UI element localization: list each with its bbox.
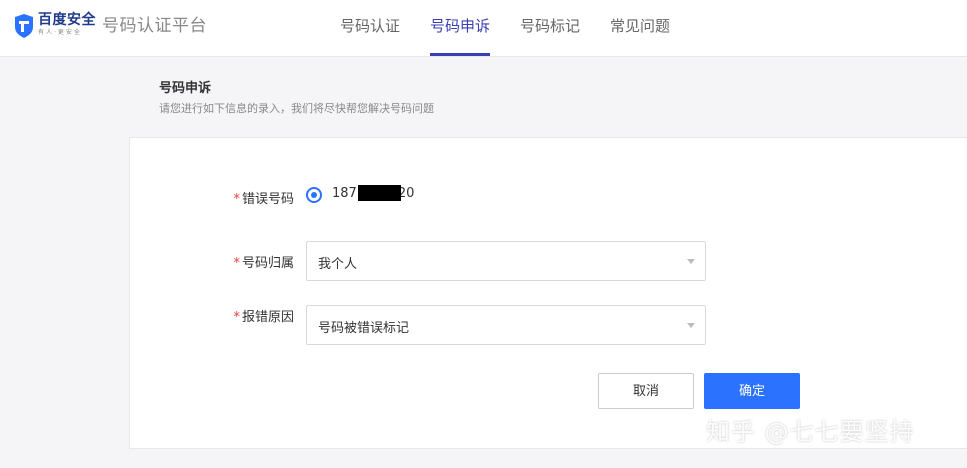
- wrong-number-radio[interactable]: [306, 187, 322, 203]
- logo-tagline: 有人·更安全: [38, 29, 82, 36]
- reason-label: * 报错原因: [174, 306, 294, 325]
- reason-select[interactable]: 号码被错误标记: [306, 305, 706, 345]
- confirm-button[interactable]: 确定: [704, 373, 800, 409]
- shield-logo-icon: [15, 14, 33, 38]
- platform-name: 号码认证平台: [102, 16, 207, 36]
- nav-number-marking[interactable]: 号码标记: [520, 0, 580, 56]
- ownership-selected-value: 我个人: [318, 257, 358, 272]
- ownership-label: * 号码归属: [174, 252, 294, 271]
- top-header: 百度安全 有人·更安全 号码认证平台 号码认证 号码申诉 号码标记 常见问题: [0, 0, 967, 57]
- ownership-select[interactable]: 我个人: [306, 241, 706, 281]
- required-mark: *: [233, 256, 240, 271]
- page-title: 号码申诉: [159, 81, 212, 96]
- nav-number-appeal[interactable]: 号码申诉: [430, 0, 491, 56]
- reason-selected-value: 号码被错误标记: [318, 321, 410, 336]
- zhihu-watermark: 知乎 @七七要坚持: [706, 418, 915, 446]
- phone-prefix: 187: [332, 186, 357, 201]
- cancel-button[interactable]: 取消: [598, 373, 694, 409]
- reason-label-text: 报错原因: [241, 310, 294, 325]
- required-mark: *: [233, 192, 240, 207]
- ownership-label-text: 号码归属: [241, 256, 294, 271]
- required-mark: *: [233, 310, 240, 325]
- chevron-down-icon: [687, 259, 695, 264]
- chevron-down-icon: [687, 323, 695, 328]
- logo-name: 百度安全: [38, 12, 96, 28]
- wrong-number-label: * 错误号码: [174, 188, 294, 207]
- page-subtitle: 请您进行如下信息的录入，我们将尽快帮您解决号码问题: [159, 102, 434, 115]
- appeal-form-card: [129, 137, 967, 449]
- baidu-security-logo[interactable]: 百度安全 有人·更安全: [13, 12, 96, 42]
- nav-faq[interactable]: 常见问题: [610, 0, 670, 56]
- nav-number-certification[interactable]: 号码认证: [340, 0, 400, 56]
- main-nav: 号码认证 号码申诉 号码标记 常见问题: [340, 0, 700, 56]
- redaction-bar: [358, 185, 401, 201]
- wrong-number-label-text: 错误号码: [241, 192, 294, 207]
